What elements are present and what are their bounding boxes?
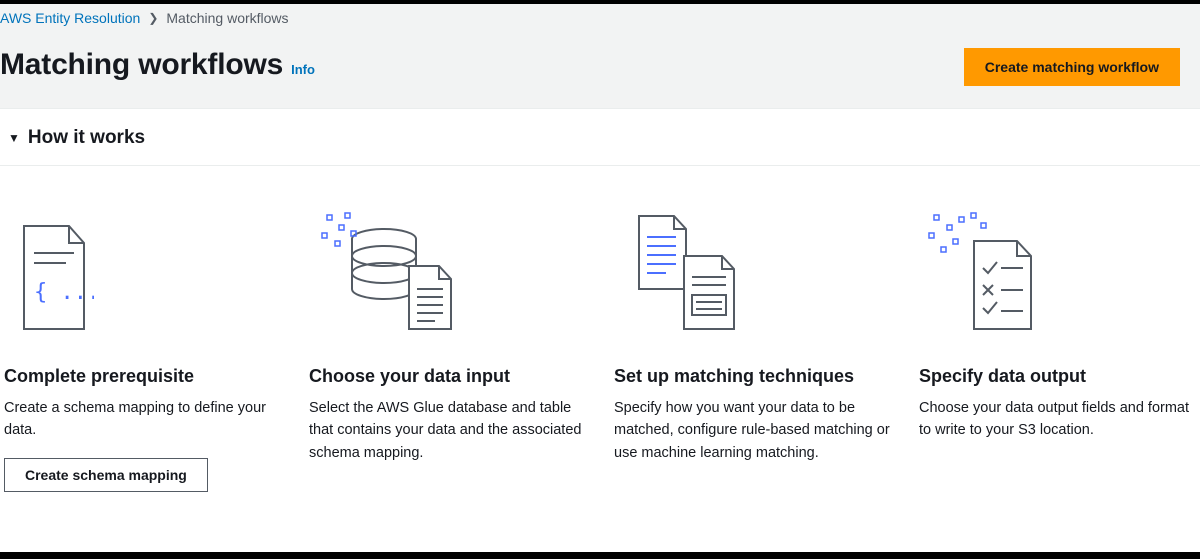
- schema-file-icon: { ... }: [4, 206, 281, 336]
- breadcrumb: AWS Entity Resolution ❯ Matching workflo…: [0, 4, 1200, 32]
- svg-text:{ ... }: { ... }: [34, 280, 94, 305]
- page-header: Matching workflows Info Create matching …: [0, 32, 1200, 109]
- card-choose-data-input: Choose your data input Select the AWS Gl…: [305, 206, 590, 492]
- caret-down-icon: ▼: [8, 131, 20, 145]
- page-title: Matching workflows: [0, 48, 283, 82]
- info-link[interactable]: Info: [291, 62, 315, 77]
- chevron-right-icon: ❯: [148, 11, 158, 25]
- card-setup-matching: Set up matching techniques Specify how y…: [610, 206, 895, 492]
- card-title: Choose your data input: [309, 366, 586, 387]
- window-bottom-border: [0, 552, 1200, 559]
- how-it-works-title: How it works: [28, 127, 145, 149]
- create-matching-workflow-button[interactable]: Create matching workflow: [964, 48, 1180, 86]
- card-title: Complete prerequisite: [4, 366, 281, 387]
- card-specify-output: Specify data output Choose your data out…: [915, 206, 1200, 492]
- how-it-works-section: ▼ How it works { ... } Complete prerequi…: [0, 109, 1200, 532]
- card-desc: Choose your data output fields and forma…: [919, 397, 1196, 442]
- card-complete-prerequisite: { ... } Complete prerequisite Create a s…: [0, 206, 285, 492]
- how-it-works-cards: { ... } Complete prerequisite Create a s…: [0, 166, 1200, 532]
- matching-docs-icon: [614, 206, 891, 336]
- create-schema-mapping-button[interactable]: Create schema mapping: [4, 458, 208, 492]
- breadcrumb-current: Matching workflows: [166, 10, 288, 26]
- card-desc: Specify how you want your data to be mat…: [614, 397, 891, 464]
- breadcrumb-root-link[interactable]: AWS Entity Resolution: [0, 10, 140, 26]
- card-title: Set up matching techniques: [614, 366, 891, 387]
- card-title: Specify data output: [919, 366, 1196, 387]
- card-desc: Select the AWS Glue database and table t…: [309, 397, 586, 464]
- how-it-works-toggle[interactable]: ▼ How it works: [0, 109, 1200, 166]
- output-checklist-icon: [919, 206, 1196, 336]
- database-file-icon: [309, 206, 586, 336]
- card-desc: Create a schema mapping to define your d…: [4, 397, 281, 442]
